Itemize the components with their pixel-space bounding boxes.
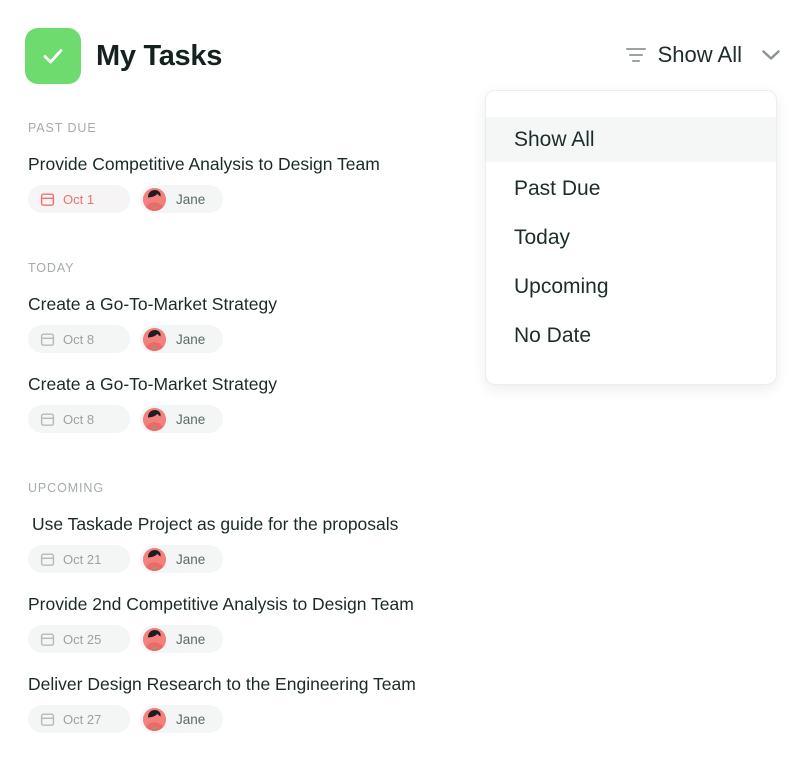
avatar (143, 408, 166, 431)
avatar (143, 188, 166, 211)
task-due-date-label: Oct 27 (63, 712, 101, 727)
dropdown-item-past-due[interactable]: Past Due (486, 166, 776, 211)
calendar-icon (40, 712, 55, 727)
calendar-icon (40, 552, 55, 567)
dropdown-item-label: Today (514, 226, 570, 250)
task-due-date-chip[interactable]: Oct 27 (28, 705, 130, 733)
task-title: Create a Go-To-Market Strategy (28, 372, 470, 396)
task-assignee-chip[interactable]: Jane (140, 705, 223, 733)
task-title: Use Taskade Project as guide for the pro… (28, 512, 470, 536)
task-due-date-label: Oct 1 (63, 192, 94, 207)
task-row[interactable]: Provide 2nd Competitive Analysis to Desi… (28, 592, 470, 653)
section-label: UPCOMING (28, 480, 470, 496)
dropdown-item-today[interactable]: Today (486, 215, 776, 260)
task-row[interactable]: Deliver Design Research to the Engineeri… (28, 672, 470, 733)
task-assignee-chip[interactable]: Jane (140, 625, 223, 653)
calendar-icon (40, 192, 55, 207)
task-due-date-chip[interactable]: Oct 1 (28, 185, 130, 213)
task-chips: Oct 27 Jane (28, 705, 470, 733)
task-due-date-label: Oct 8 (63, 412, 94, 427)
task-title: Provide Competitive Analysis to Design T… (28, 152, 470, 176)
task-assignee-chip[interactable]: Jane (140, 405, 223, 433)
page-title: My Tasks (96, 36, 222, 76)
task-assignee-name: Jane (176, 412, 205, 427)
task-assignee-name: Jane (176, 192, 205, 207)
task-assignee-name: Jane (176, 712, 205, 727)
task-assignee-chip[interactable]: Jane (140, 545, 223, 573)
filter-dropdown-menu[interactable]: Show All Past Due Today Upcoming No Date (485, 90, 777, 385)
task-due-date-label: Oct 8 (63, 332, 94, 347)
section-spacer (0, 452, 470, 480)
dropdown-item-no-date[interactable]: No Date (486, 313, 776, 358)
section-label: TODAY (28, 260, 470, 276)
section-spacer (0, 232, 470, 260)
task-assignee-name: Jane (176, 332, 205, 347)
task-title: Deliver Design Research to the Engineeri… (28, 672, 470, 696)
dropdown-item-show-all[interactable]: Show All (486, 117, 776, 162)
avatar (143, 708, 166, 731)
filter-label: Show All (658, 40, 742, 70)
task-title: Create a Go-To-Market Strategy (28, 292, 470, 316)
task-list: PAST DUE Provide Competitive Analysis to… (0, 120, 470, 752)
page-header: My Tasks Show All (0, 0, 800, 100)
section-today: TODAY Create a Go-To-Market Strategy Oct… (0, 260, 470, 433)
task-row[interactable]: Use Taskade Project as guide for the pro… (28, 512, 470, 573)
task-chips: Oct 25 Jane (28, 625, 470, 653)
dropdown-item-label: Show All (514, 128, 595, 152)
dropdown-item-label: No Date (514, 324, 591, 348)
task-title: Provide 2nd Competitive Analysis to Desi… (28, 592, 470, 616)
section-upcoming: UPCOMING Use Taskade Project as guide fo… (0, 480, 470, 733)
task-chips: Oct 21 Jane (28, 545, 470, 573)
task-row[interactable]: Provide Competitive Analysis to Design T… (28, 152, 470, 213)
task-row[interactable]: Create a Go-To-Market Strategy Oct 8 (28, 292, 470, 353)
task-due-date-chip[interactable]: Oct 8 (28, 405, 130, 433)
calendar-icon (40, 412, 55, 427)
dropdown-item-label: Upcoming (514, 275, 609, 299)
avatar (143, 628, 166, 651)
section-label: PAST DUE (28, 120, 470, 136)
task-assignee-name: Jane (176, 632, 205, 647)
chevron-down-icon (760, 44, 782, 66)
task-chips: Oct 8 Jane (28, 325, 470, 353)
dropdown-item-upcoming[interactable]: Upcoming (486, 264, 776, 309)
task-assignee-chip[interactable]: Jane (140, 185, 223, 213)
filter-icon (624, 43, 648, 67)
task-assignee-chip[interactable]: Jane (140, 325, 223, 353)
task-row[interactable]: Create a Go-To-Market Strategy Oct 8 (28, 372, 470, 433)
task-due-date-chip[interactable]: Oct 25 (28, 625, 130, 653)
calendar-icon (40, 632, 55, 647)
task-chips: Oct 8 Jane (28, 405, 470, 433)
section-past-due: PAST DUE Provide Competitive Analysis to… (0, 120, 470, 213)
task-due-date-label: Oct 21 (63, 552, 101, 567)
task-assignee-name: Jane (176, 552, 205, 567)
task-due-date-label: Oct 25 (63, 632, 101, 647)
task-due-date-chip[interactable]: Oct 8 (28, 325, 130, 353)
avatar (143, 328, 166, 351)
calendar-icon (40, 332, 55, 347)
avatar (143, 548, 166, 571)
dropdown-item-label: Past Due (514, 177, 600, 201)
filter-dropdown-trigger[interactable]: Show All (624, 36, 782, 74)
check-icon (25, 28, 81, 84)
task-due-date-chip[interactable]: Oct 21 (28, 545, 130, 573)
task-chips: Oct 1 Jane (28, 185, 470, 213)
